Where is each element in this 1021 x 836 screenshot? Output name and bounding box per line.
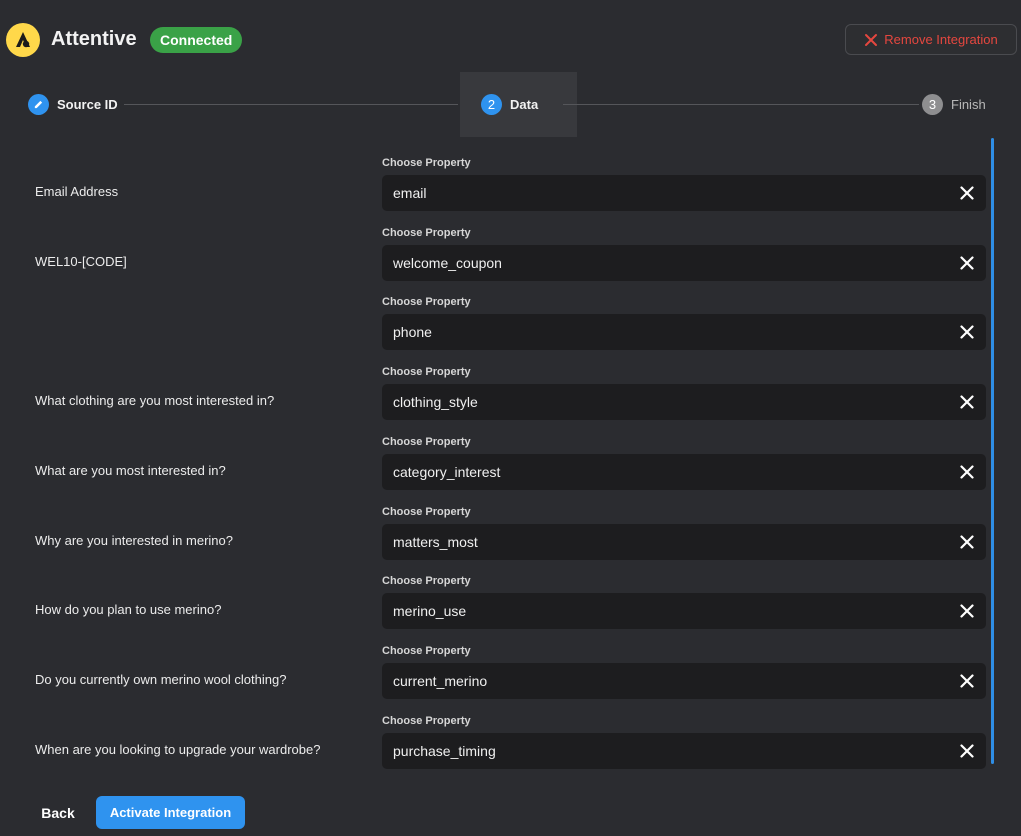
close-icon[interactable] — [958, 533, 976, 551]
close-icon[interactable] — [958, 672, 976, 690]
close-icon[interactable] — [958, 254, 976, 272]
field-label: Why are you interested in merino? — [35, 533, 233, 548]
pencil-icon — [28, 94, 49, 115]
property-value: purchase_timing — [393, 743, 496, 759]
close-icon[interactable] — [958, 393, 976, 411]
property-select[interactable]: merino_use — [382, 593, 986, 629]
choose-property-caption: Choose Property — [382, 506, 471, 518]
mapping-row: Do you currently own merino wool clothin… — [0, 626, 1021, 699]
property-value: merino_use — [393, 603, 467, 619]
field-label: How do you plan to use merino? — [35, 602, 222, 617]
step-label: Finish — [951, 97, 986, 112]
field-label: What clothing are you most interested in… — [35, 393, 275, 408]
stepper: Source ID 2 Data 3 Finish — [0, 72, 1021, 138]
mapping-row: Email Address Choose Property email — [0, 138, 1021, 211]
choose-property-caption: Choose Property — [382, 157, 471, 169]
attentive-logo-icon — [6, 23, 40, 57]
field-label: Do you currently own merino wool clothin… — [35, 672, 287, 687]
property-select[interactable]: phone — [382, 314, 986, 350]
step-data[interactable]: 2 Data — [481, 94, 538, 115]
property-value: phone — [393, 324, 432, 340]
mapping-row: What are you most interested in? Choose … — [0, 417, 1021, 490]
mapping-row: WEL10-[CODE] Choose Property welcome_cou… — [0, 208, 1021, 281]
property-value: email — [393, 185, 427, 201]
choose-property-caption: Choose Property — [382, 296, 471, 308]
close-icon[interactable] — [958, 184, 976, 202]
close-icon[interactable] — [958, 463, 976, 481]
step-number: 3 — [922, 94, 943, 115]
field-label: Email Address — [35, 184, 119, 199]
activate-integration-button[interactable]: Activate Integration — [96, 796, 245, 829]
property-value: welcome_coupon — [393, 255, 502, 271]
property-value: category_interest — [393, 464, 501, 480]
close-icon[interactable] — [958, 742, 976, 760]
step-connector — [563, 104, 919, 105]
step-number: 2 — [481, 94, 502, 115]
property-value: clothing_style — [393, 394, 478, 410]
field-label: What are you most interested in? — [35, 463, 226, 478]
connected-status-badge: Connected — [150, 27, 243, 53]
step-finish[interactable]: 3 Finish — [922, 94, 986, 115]
property-select[interactable]: purchase_timing — [382, 733, 986, 769]
property-value: matters_most — [393, 534, 478, 550]
app-title: Attentive — [51, 28, 137, 50]
step-source-id[interactable]: Source ID — [28, 94, 118, 115]
property-select[interactable]: welcome_coupon — [382, 245, 986, 281]
mapping-row: Choose Property phone — [0, 277, 1021, 350]
mapping-row: What clothing are you most interested in… — [0, 347, 1021, 420]
property-select[interactable]: email — [382, 175, 986, 211]
property-select[interactable]: current_merino — [382, 663, 986, 699]
close-icon[interactable] — [958, 602, 976, 620]
close-icon — [865, 33, 878, 46]
integration-page: Attentive Connected Remove Integration S… — [0, 0, 1021, 836]
back-button[interactable]: Back — [28, 797, 88, 828]
property-select[interactable]: matters_most — [382, 524, 986, 560]
choose-property-caption: Choose Property — [382, 715, 471, 727]
mapping-row: How do you plan to use merino? Choose Pr… — [0, 556, 1021, 629]
remove-integration-label: Remove Integration — [884, 32, 998, 47]
choose-property-caption: Choose Property — [382, 436, 471, 448]
choose-property-caption: Choose Property — [382, 366, 471, 378]
field-label: WEL10-[CODE] — [35, 254, 127, 269]
choose-property-caption: Choose Property — [382, 645, 471, 657]
step-label: Source ID — [57, 97, 118, 112]
property-value: current_merino — [393, 673, 488, 689]
property-select[interactable]: category_interest — [382, 454, 986, 490]
scrollbar[interactable] — [991, 138, 994, 764]
mapping-row: Why are you interested in merino? Choose… — [0, 487, 1021, 560]
property-select[interactable]: clothing_style — [382, 384, 986, 420]
step-label: Data — [510, 97, 539, 112]
header: Attentive Connected Remove Integration — [0, 0, 1021, 72]
choose-property-caption: Choose Property — [382, 227, 471, 239]
step-connector — [124, 104, 458, 105]
field-label: When are you looking to upgrade your war… — [35, 742, 321, 757]
choose-property-caption: Choose Property — [382, 575, 471, 587]
mapping-row: When are you looking to upgrade your war… — [0, 696, 1021, 769]
remove-integration-button[interactable]: Remove Integration — [845, 24, 1017, 55]
close-icon[interactable] — [958, 323, 976, 341]
